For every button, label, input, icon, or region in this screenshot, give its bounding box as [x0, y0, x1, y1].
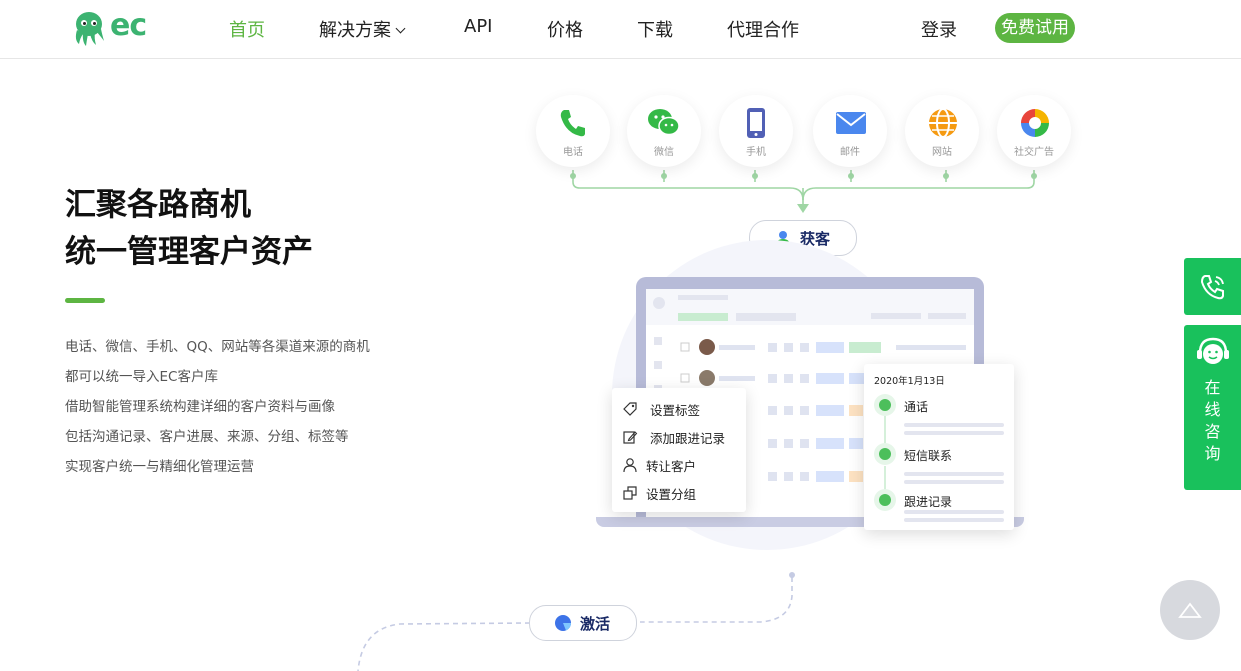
- menu-item-label: 设置分组: [646, 487, 697, 502]
- channel-wechat: 微信: [627, 95, 701, 167]
- consult-char: 咨: [1204, 422, 1221, 441]
- arrow-up-icon: [1178, 602, 1202, 618]
- edit-icon: [623, 431, 638, 444]
- pen-icon: [874, 489, 896, 511]
- channel-website: 网站: [905, 95, 979, 167]
- customer-service-icon: [1197, 337, 1229, 364]
- mail-icon: [836, 112, 866, 134]
- menu-item-label: 添加跟进记录: [650, 431, 726, 446]
- tag-icon: [623, 402, 637, 416]
- channel-label: 邮件: [840, 147, 860, 158]
- followup-timeline-card: 2020年1月13日 通话 短信联系 跟进记录: [864, 364, 1014, 530]
- consult-char: 线: [1204, 400, 1221, 419]
- social-ads-icon: [1021, 109, 1049, 137]
- phone-call-icon: [1200, 275, 1224, 300]
- menu-item-label: 设置标签: [650, 403, 701, 418]
- timeline-item-label: 短信联系: [904, 449, 953, 463]
- phone-icon: [874, 394, 896, 416]
- online-consult-label: 在 线 咨 询: [1184, 377, 1241, 465]
- back-to-top-button[interactable]: [1160, 580, 1220, 640]
- mobile-icon: [747, 108, 765, 138]
- phone-icon: [560, 110, 585, 137]
- timeline-placeholder-line: [904, 431, 1004, 435]
- customer-action-menu: 设置标签 添加跟进记录 转让客户 设置分组: [612, 388, 746, 512]
- timeline-placeholder-line: [904, 423, 1004, 427]
- timeline-placeholder-line: [904, 472, 1004, 476]
- timeline-placeholder-line: [904, 510, 1004, 514]
- wechat-icon: [648, 109, 680, 136]
- timeline-placeholder-line: [904, 518, 1004, 522]
- group-icon: [623, 486, 637, 500]
- activate-label: 激活: [580, 615, 611, 633]
- online-consult-button[interactable]: 在 线 咨 询: [1184, 325, 1241, 490]
- channel-label: 电话: [563, 147, 583, 158]
- channel-phone: 电话: [536, 95, 610, 167]
- timeline-placeholder-line: [904, 480, 1004, 484]
- channel-social-ads: 社交广告: [997, 95, 1071, 167]
- channel-mail: 邮件: [813, 95, 887, 167]
- sms-icon: [874, 443, 896, 465]
- timeline-item-label: 通话: [904, 400, 929, 414]
- consult-char: 询: [1204, 444, 1221, 463]
- globe-icon: [929, 108, 957, 138]
- timeline-item-label: 跟进记录: [904, 495, 953, 509]
- channel-label: 手机: [746, 147, 766, 158]
- consult-char: 在: [1204, 378, 1221, 397]
- channel-mobile: 手机: [719, 95, 793, 167]
- channel-label: 网站: [932, 147, 952, 158]
- activate-pill: 激活: [529, 605, 637, 641]
- channel-label: 微信: [654, 147, 674, 158]
- activate-icon: [555, 615, 572, 631]
- channel-label: 社交广告: [1014, 147, 1054, 158]
- menu-item-label: 转让客户: [646, 459, 697, 474]
- side-phone-button[interactable]: [1184, 258, 1241, 315]
- user-icon: [623, 458, 637, 473]
